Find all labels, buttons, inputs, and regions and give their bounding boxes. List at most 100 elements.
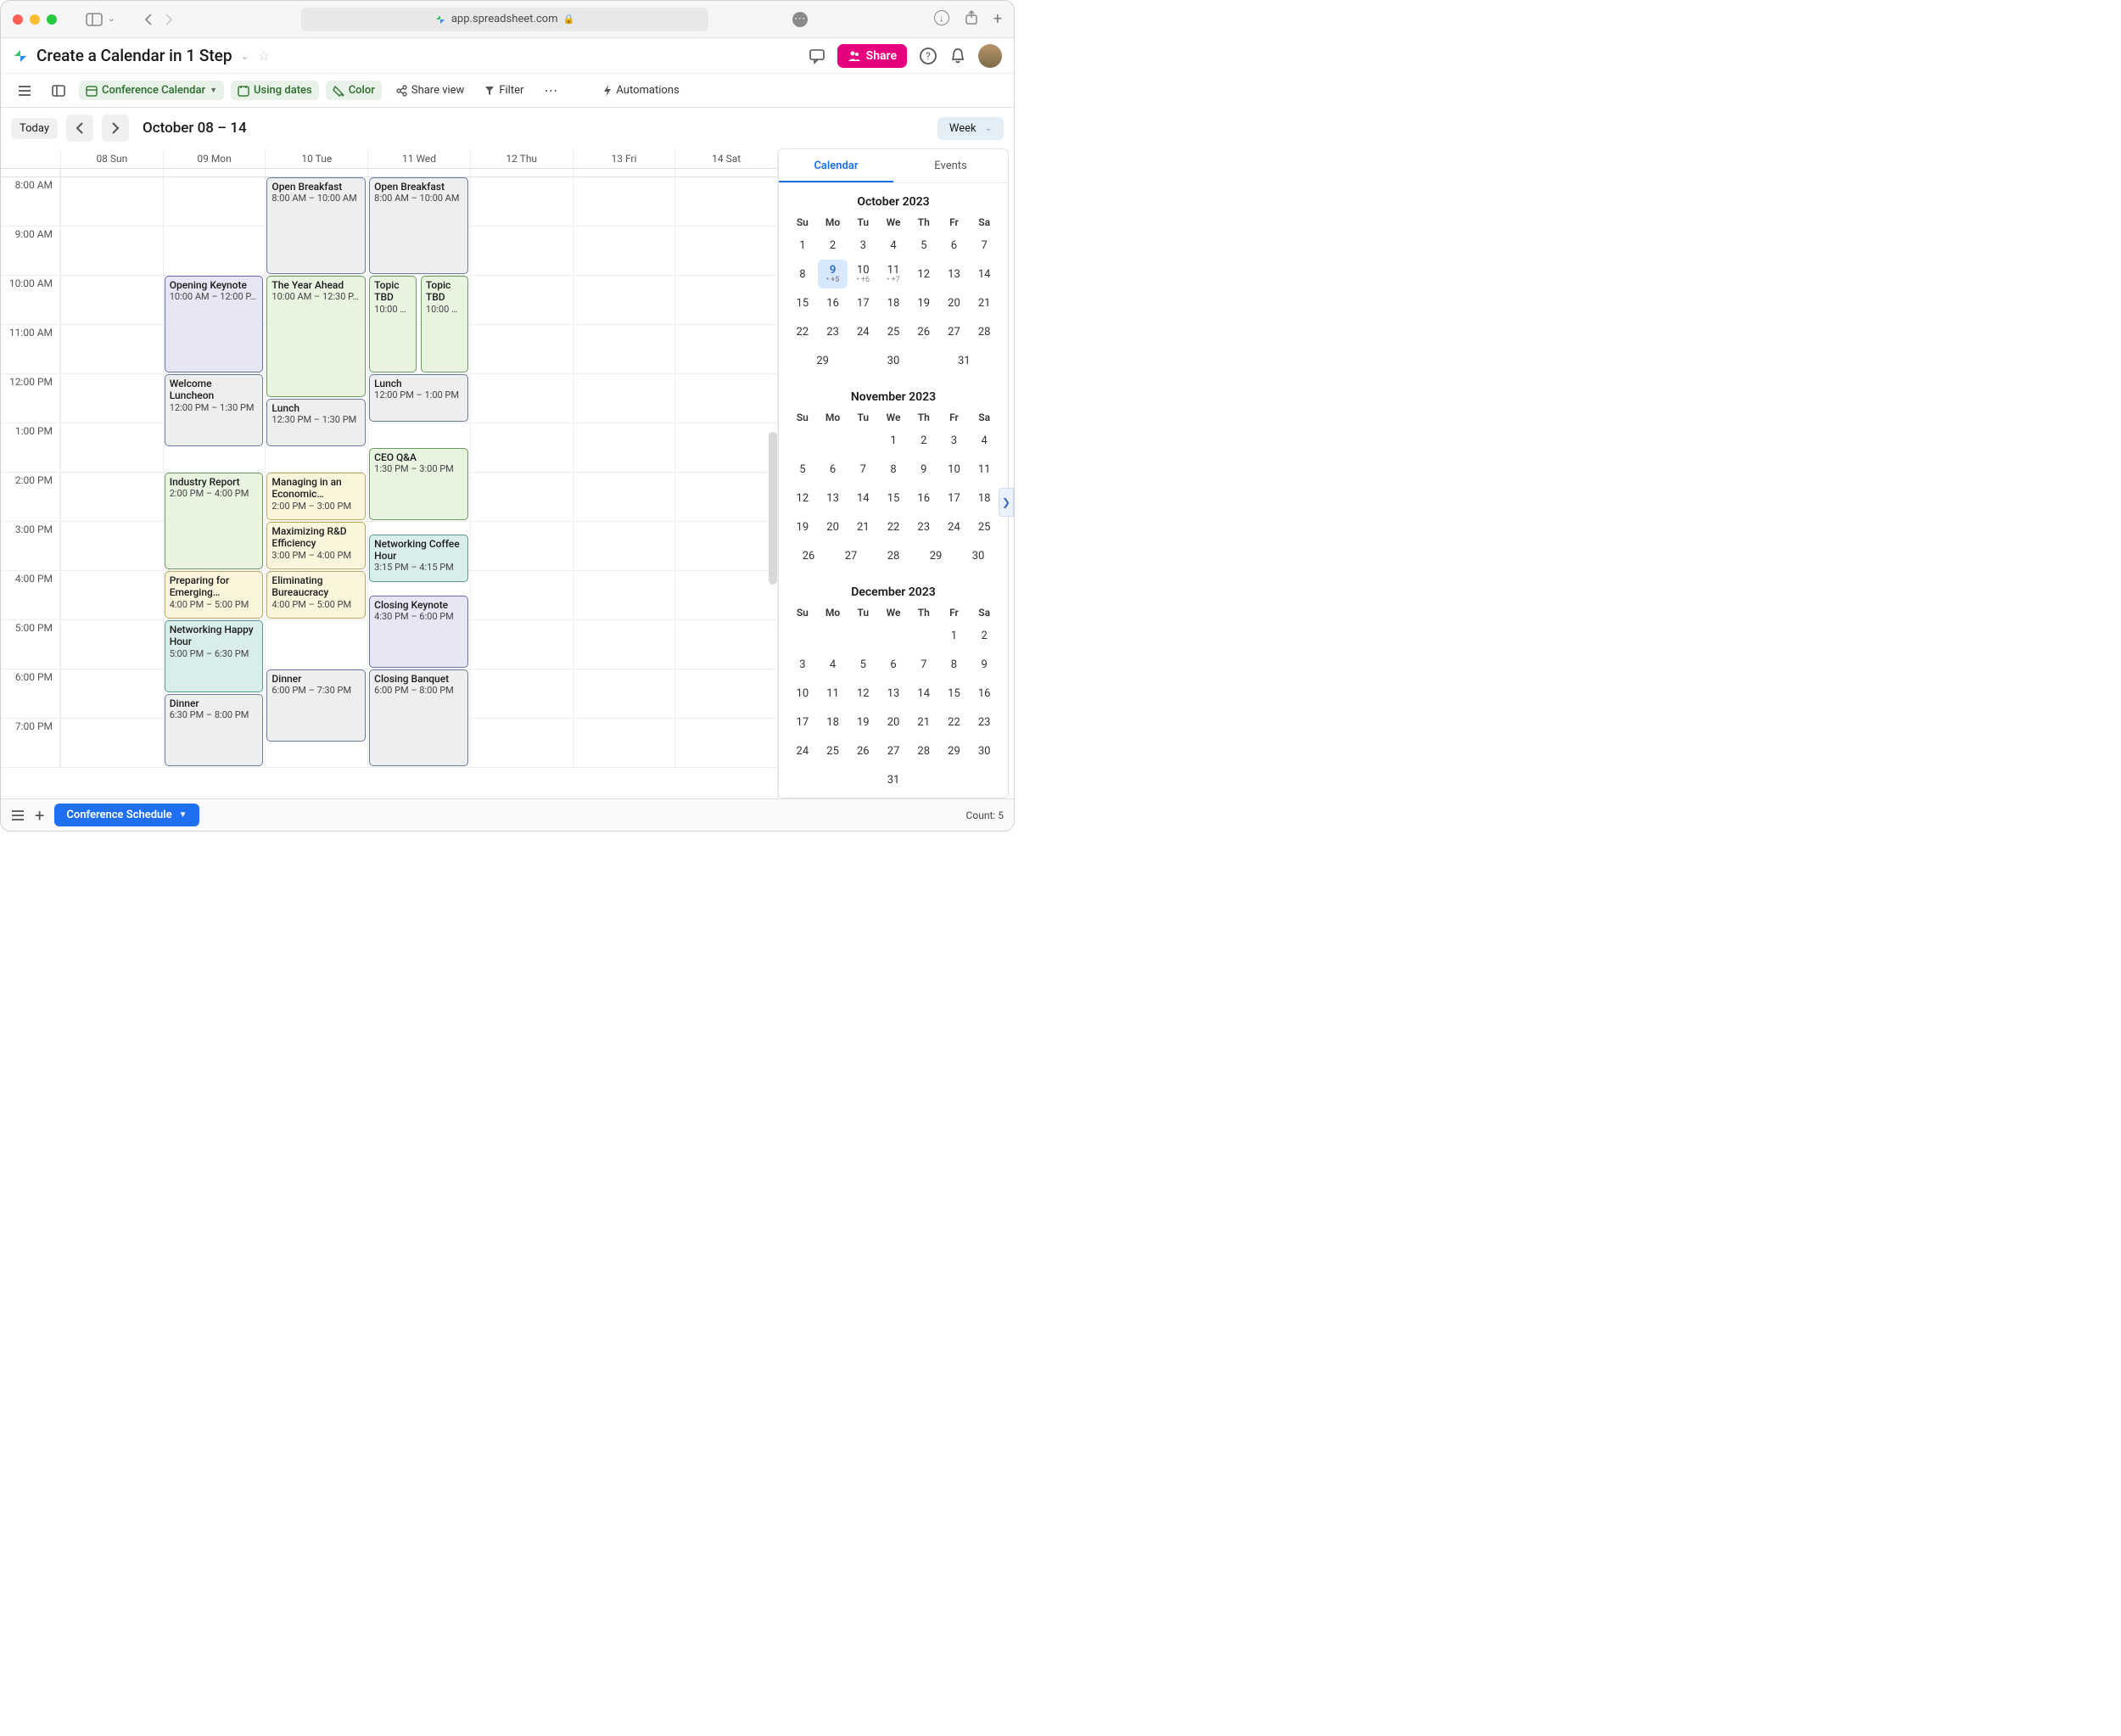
calendar-event[interactable]: Open Breakfast8:00 AM – 10:00 AM — [266, 177, 366, 274]
calendar-event[interactable]: CEO Q&A1:30 PM – 3:00 PM — [369, 448, 468, 520]
mini-day[interactable]: 6 — [939, 231, 970, 260]
mini-day[interactable]: 3 — [787, 650, 818, 679]
mini-day[interactable]: 26 — [787, 541, 830, 570]
mini-day[interactable]: 13 — [939, 260, 970, 288]
calendar-event[interactable]: Opening Keynote10:00 AM – 12:00 P… — [165, 276, 264, 372]
mini-day[interactable]: 9 — [909, 455, 939, 484]
mini-day[interactable]: 1 — [939, 621, 970, 650]
mini-day[interactable]: 25 — [818, 736, 848, 765]
mini-day[interactable]: 29 — [939, 736, 970, 765]
bell-icon[interactable] — [949, 47, 966, 65]
mini-day[interactable]: 22 — [939, 708, 970, 736]
sidebar-toggle-icon[interactable] — [86, 13, 103, 26]
mini-day[interactable]: 25 — [969, 512, 999, 541]
help-icon[interactable]: ? — [919, 47, 937, 65]
mini-day[interactable]: 9• +5 — [818, 260, 848, 288]
mini-day[interactable]: 21 — [848, 512, 878, 541]
mini-day[interactable]: 7 — [909, 650, 939, 679]
mini-day[interactable]: 5 — [909, 231, 939, 260]
mini-day[interactable]: 5 — [848, 650, 878, 679]
mini-day[interactable]: 22 — [787, 317, 818, 346]
mini-day[interactable]: 12 — [909, 260, 939, 288]
mini-day[interactable]: 31 — [929, 346, 999, 375]
mini-day[interactable]: 4 — [878, 231, 909, 260]
mini-day[interactable]: 15 — [787, 288, 818, 317]
calendar-event[interactable]: Lunch12:30 PM – 1:30 PM — [266, 399, 366, 446]
calendar-event[interactable]: Managing in an Economic…2:00 PM – 3:00 P… — [266, 473, 366, 520]
mini-day[interactable]: 28 — [909, 736, 939, 765]
mini-day[interactable]: 24 — [848, 317, 878, 346]
mini-day[interactable]: 23 — [969, 708, 999, 736]
close-window[interactable] — [13, 14, 23, 25]
mini-day[interactable]: 30 — [858, 346, 928, 375]
minimize-window[interactable] — [30, 14, 40, 25]
share-button[interactable]: Share — [837, 44, 907, 68]
mini-day[interactable]: 10 — [939, 455, 970, 484]
mini-day[interactable]: 20 — [878, 708, 909, 736]
mini-day[interactable]: 2 — [909, 426, 939, 455]
more-icon[interactable]: ⋯ — [537, 79, 564, 102]
mini-day[interactable]: 19 — [909, 288, 939, 317]
mini-day[interactable]: 27 — [939, 317, 970, 346]
calendar-grid[interactable]: 8:00 AM9:00 AM10:00 AM11:00 AM12:00 PM1:… — [1, 169, 777, 776]
tab-events[interactable]: Events — [893, 149, 1008, 182]
star-icon[interactable]: ☆ — [258, 48, 270, 64]
mini-day[interactable]: 18 — [818, 708, 848, 736]
back-button[interactable] — [143, 13, 154, 26]
filter-button[interactable]: Filter — [478, 81, 530, 100]
mini-day[interactable]: 8 — [878, 455, 909, 484]
mini-day[interactable]: 30 — [957, 541, 999, 570]
mini-day[interactable]: 16 — [909, 484, 939, 512]
mini-day[interactable]: 8 — [787, 260, 818, 288]
mini-day[interactable]: 24 — [787, 736, 818, 765]
calendar-event[interactable]: Preparing for Emerging…4:00 PM – 5:00 PM — [165, 571, 264, 619]
mini-day[interactable]: 5 — [787, 455, 818, 484]
mini-day[interactable]: 15 — [939, 679, 970, 708]
today-button[interactable]: Today — [11, 118, 58, 139]
forward-button[interactable] — [164, 13, 174, 26]
mini-day[interactable]: 27 — [878, 736, 909, 765]
mini-day[interactable]: 23 — [909, 512, 939, 541]
mini-day[interactable]: 12 — [787, 484, 818, 512]
using-dates-button[interactable]: Using dates — [231, 81, 319, 100]
mini-day[interactable]: 30 — [969, 736, 999, 765]
mini-day[interactable]: 14 — [969, 260, 999, 288]
scrollbar-thumb[interactable] — [769, 432, 777, 585]
mini-day[interactable]: 12 — [848, 679, 878, 708]
mini-day[interactable]: 17 — [848, 288, 878, 317]
prev-week-button[interactable] — [66, 115, 93, 142]
mini-day[interactable]: 3 — [848, 231, 878, 260]
panel-icon[interactable] — [45, 81, 72, 100]
mini-day[interactable]: 14 — [909, 679, 939, 708]
mini-day[interactable]: 10• +6 — [848, 260, 878, 288]
mini-day[interactable]: 7 — [969, 231, 999, 260]
sheet-tab[interactable]: Conference Schedule ▼ — [54, 804, 199, 826]
mini-day[interactable]: 11 — [818, 679, 848, 708]
mini-day[interactable]: 29 — [915, 541, 957, 570]
mini-day[interactable]: 2 — [969, 621, 999, 650]
mini-day[interactable]: 1 — [878, 426, 909, 455]
mini-day[interactable]: 6 — [878, 650, 909, 679]
scope-selector[interactable]: Week ⌄ — [937, 117, 1004, 140]
calendar-event[interactable]: Closing Banquet6:00 PM – 8:00 PM — [369, 669, 468, 766]
user-avatar[interactable] — [978, 44, 1002, 68]
mini-day[interactable]: 28 — [969, 317, 999, 346]
mini-day[interactable]: 29 — [787, 346, 858, 375]
calendar-event[interactable]: Topic TBD10:00 … — [369, 276, 417, 372]
add-sheet-icon[interactable]: + — [35, 805, 44, 826]
share-icon[interactable] — [965, 10, 978, 28]
mini-day[interactable]: 4 — [818, 650, 848, 679]
mini-day[interactable]: 13 — [818, 484, 848, 512]
collapse-sidebar-button[interactable]: ❯ — [999, 488, 1014, 517]
calendar-event[interactable]: Maximizing R&D Efficiency3:00 PM – 4:00 … — [266, 522, 366, 569]
mini-day[interactable]: 24 — [939, 512, 970, 541]
downloads-icon[interactable]: ↓ — [934, 10, 949, 25]
mini-day[interactable]: 10 — [787, 679, 818, 708]
menu-icon[interactable] — [11, 81, 38, 100]
mini-day[interactable]: 26 — [909, 317, 939, 346]
mini-day[interactable]: 17 — [787, 708, 818, 736]
mini-day[interactable]: 21 — [969, 288, 999, 317]
calendar-event[interactable]: Welcome Luncheon12:00 PM – 1:30 PM — [165, 374, 264, 446]
calendar-event[interactable]: Industry Report2:00 PM – 4:00 PM — [165, 473, 264, 569]
mini-day[interactable]: 20 — [939, 288, 970, 317]
